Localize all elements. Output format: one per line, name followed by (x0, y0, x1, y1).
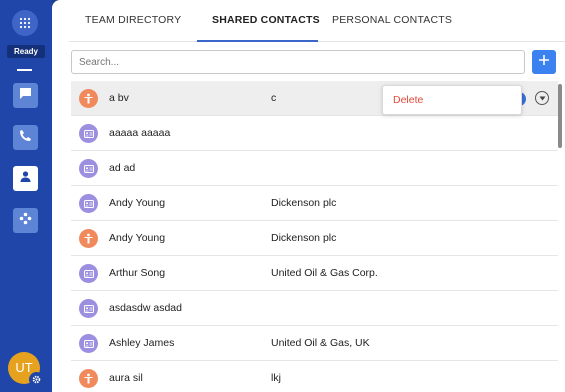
contact-company: c (271, 92, 277, 104)
person-icon (79, 229, 98, 248)
sidebar: Ready UT (0, 0, 52, 392)
contact-company: United Oil & Gas Corp. (271, 267, 378, 279)
list-item[interactable]: Arthur Song United Oil & Gas Corp. (71, 256, 558, 291)
contact-name: aura sil (109, 372, 143, 384)
contact-name: Arthur Song (109, 267, 166, 279)
phone-icon (19, 129, 32, 147)
chevron-down-icon[interactable] (535, 91, 549, 105)
contact-name: Andy Young (109, 197, 166, 209)
contact-name: Ashley James (109, 337, 175, 349)
chat-button[interactable] (13, 83, 38, 108)
person-icon (79, 89, 98, 108)
contact-card-icon (79, 159, 98, 178)
contact-name: aaaaa aaaaa (109, 127, 171, 139)
contact-name: asdasdw asdad (109, 302, 182, 314)
context-menu: Delete (382, 85, 522, 115)
contacts-panel: TEAM DIRECTORY SHARED CONTACTS PERSONAL … (52, 0, 565, 392)
chat-icon (19, 87, 32, 105)
contacts-button[interactable] (13, 166, 38, 191)
contact-name: a bv (109, 92, 129, 104)
tab-personal-contacts[interactable]: PERSONAL CONTACTS (332, 14, 452, 26)
contact-name: Andy Young (109, 232, 166, 244)
contact-card-icon (79, 334, 98, 353)
contact-card-icon (79, 299, 98, 318)
integrations-icon (19, 212, 32, 230)
contact-company: lkj (271, 372, 281, 384)
list-item[interactable]: Andy Young Dickenson plc (71, 186, 558, 221)
contact-card-icon (79, 124, 98, 143)
contact-name: ad ad (109, 162, 136, 174)
gear-icon[interactable] (29, 372, 44, 387)
contact-list: a bv c aaaaa aaaaa ad ad Andy Young Dick… (71, 81, 558, 392)
contact-company: Dickenson plc (271, 197, 337, 209)
person-icon (79, 369, 98, 388)
list-item[interactable]: aaaaa aaaaa (71, 116, 558, 151)
add-contact-button[interactable] (532, 50, 556, 74)
plus-icon (538, 53, 550, 71)
integrations-button[interactable] (13, 208, 38, 233)
contact-company: United Oil & Gas, UK (271, 337, 370, 349)
active-tab-indicator (197, 40, 318, 42)
contact-card-icon (79, 264, 98, 283)
list-item[interactable]: Ashley James United Oil & Gas, UK (71, 326, 558, 361)
tab-bar: TEAM DIRECTORY SHARED CONTACTS PERSONAL … (69, 0, 565, 42)
sidebar-divider (17, 69, 32, 71)
list-item[interactable]: Andy Young Dickenson plc (71, 221, 558, 256)
delete-menu-item[interactable]: Delete (393, 94, 423, 106)
tab-team-directory[interactable]: TEAM DIRECTORY (85, 14, 181, 26)
scrollbar[interactable] (558, 84, 562, 148)
status-badge[interactable]: Ready (7, 45, 45, 58)
dialpad-icon[interactable] (12, 10, 38, 36)
search-input[interactable] (71, 50, 525, 74)
contact-card-icon (79, 194, 98, 213)
list-item[interactable]: aura sil lkj (71, 361, 558, 392)
tab-shared-contacts[interactable]: SHARED CONTACTS (212, 14, 320, 26)
list-item[interactable]: ad ad (71, 151, 558, 186)
phone-button[interactable] (13, 125, 38, 150)
list-item[interactable]: asdasdw asdad (71, 291, 558, 326)
contact-company: Dickenson plc (271, 232, 337, 244)
contacts-icon (19, 170, 32, 188)
